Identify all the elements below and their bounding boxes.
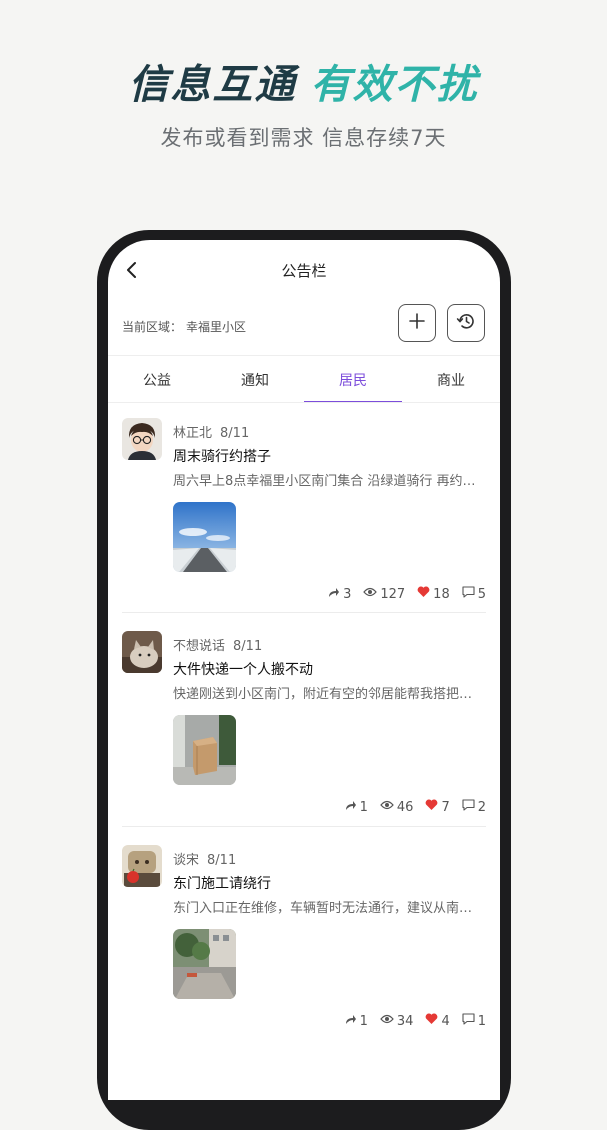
post-meta: 谈宋 8/11 [173, 849, 236, 868]
view-stat: 34 [380, 1013, 414, 1029]
view-count: 34 [396, 1013, 414, 1029]
tab-business[interactable]: 商业 [402, 356, 500, 402]
like-stat[interactable]: 18 [417, 586, 450, 602]
tab-public-welfare[interactable]: 公益 [108, 356, 206, 402]
avatar[interactable] [122, 418, 162, 460]
view-stat: 46 [380, 799, 414, 815]
share-icon [328, 586, 343, 602]
area-value: 幸福里小区 [186, 320, 247, 334]
comment-stat[interactable]: 5 [462, 586, 486, 602]
heart-icon [425, 799, 441, 815]
like-count: 18 [433, 586, 450, 602]
avatar[interactable] [122, 631, 162, 673]
share-count: 3 [343, 586, 352, 602]
view-count: 127 [380, 586, 406, 602]
post-date: 8/11 [233, 639, 263, 654]
post-item[interactable]: 不想说话 8/11 大件快递一个人搬不动 快递刚送到小区南门，附近有空的邻居能帮我… [122, 631, 486, 827]
post-stats: 1 34 4 1 [333, 1013, 486, 1029]
tab-residents[interactable]: 居民 [304, 356, 402, 403]
post-meta: 不想说话 8/11 [173, 635, 262, 654]
post-item[interactable]: 谈宋 8/11 东门施工请绕行 东门入口正在维修，车辆暂时无法通行，建议从南门… … [122, 845, 486, 1041]
heart-icon [417, 586, 433, 602]
divider [122, 826, 486, 827]
heart-icon [425, 1013, 441, 1029]
comment-icon [462, 586, 478, 602]
post-date: 8/11 [207, 853, 237, 868]
tab-notices[interactable]: 通知 [206, 356, 304, 402]
comment-stat[interactable]: 2 [462, 799, 486, 815]
post-stats: 3 127 18 5 [316, 586, 486, 602]
comment-stat[interactable]: 1 [462, 1013, 486, 1029]
eye-icon [380, 799, 397, 815]
post-body: 周六早上8点幸福里小区南门集合 沿绿道骑行 再约… [173, 474, 476, 489]
like-count: 4 [441, 1013, 450, 1029]
history-icon [456, 311, 476, 335]
like-count: 7 [441, 799, 450, 815]
post-title: 大件快递一个人搬不动 [173, 662, 313, 678]
like-stat[interactable]: 4 [425, 1013, 450, 1029]
post-date: 8/11 [220, 426, 250, 441]
comment-count: 2 [477, 799, 486, 815]
area-label: 当前区域： [122, 320, 183, 334]
post-author[interactable]: 谈宋 [173, 853, 199, 868]
share-count: 1 [359, 1013, 368, 1029]
share-icon [345, 799, 360, 815]
post-image[interactable] [173, 929, 236, 999]
post-item[interactable]: 林正北 8/11 周末骑行约搭子 周六早上8点幸福里小区南门集合 沿绿道骑行 再约… [122, 418, 486, 614]
add-post-button[interactable] [398, 304, 436, 342]
like-stat[interactable]: 7 [425, 799, 450, 815]
post-image[interactable] [173, 715, 236, 785]
tab-bar: 公益 通知 居民 商业 [108, 356, 500, 403]
view-count: 46 [396, 799, 414, 815]
post-image[interactable] [173, 502, 236, 572]
comment-count: 1 [477, 1013, 486, 1029]
post-author[interactable]: 林正北 [173, 426, 212, 441]
share-icon [345, 1013, 360, 1029]
share-count: 1 [359, 799, 368, 815]
promo-title-dark: 信息互通 [128, 62, 297, 108]
eye-icon [363, 586, 380, 602]
post-meta: 林正北 8/11 [173, 422, 249, 441]
share-stat[interactable]: 3 [328, 586, 351, 602]
comment-count: 5 [477, 586, 486, 602]
divider [108, 402, 500, 403]
share-stat[interactable]: 1 [345, 1013, 368, 1029]
divider [122, 612, 486, 613]
share-stat[interactable]: 1 [345, 799, 368, 815]
comment-icon [462, 799, 478, 815]
promo-title-accent: 有效不扰 [310, 62, 479, 108]
view-stat: 127 [363, 586, 405, 602]
app-screen: 公告栏 当前区域： 幸福里小区 公益 通知 居民 商业 林正北 8/11 周末骑… [108, 240, 500, 1100]
eye-icon [380, 1013, 397, 1029]
promo-title: 信息互通 有效不扰 [0, 52, 607, 110]
post-body: 快递刚送到小区南门，附近有空的邻居能帮我搭把手… [173, 687, 483, 702]
post-stats: 1 46 7 2 [333, 799, 486, 815]
plus-icon [408, 312, 426, 334]
post-author[interactable]: 不想说话 [173, 639, 225, 654]
promo-subtitle: 发布或看到需求 信息存续7天 [160, 126, 447, 150]
nav-bar: 公告栏 [108, 240, 500, 300]
post-title: 周末骑行约搭子 [173, 449, 271, 465]
post-body: 东门入口正在维修，车辆暂时无法通行，建议从南门… [173, 901, 483, 916]
page-title: 公告栏 [281, 262, 327, 280]
post-title: 东门施工请绕行 [173, 876, 271, 892]
comment-icon [462, 1013, 478, 1029]
current-area: 当前区域： 幸福里小区 [122, 318, 246, 335]
avatar[interactable] [122, 845, 162, 887]
history-button[interactable] [447, 304, 485, 342]
